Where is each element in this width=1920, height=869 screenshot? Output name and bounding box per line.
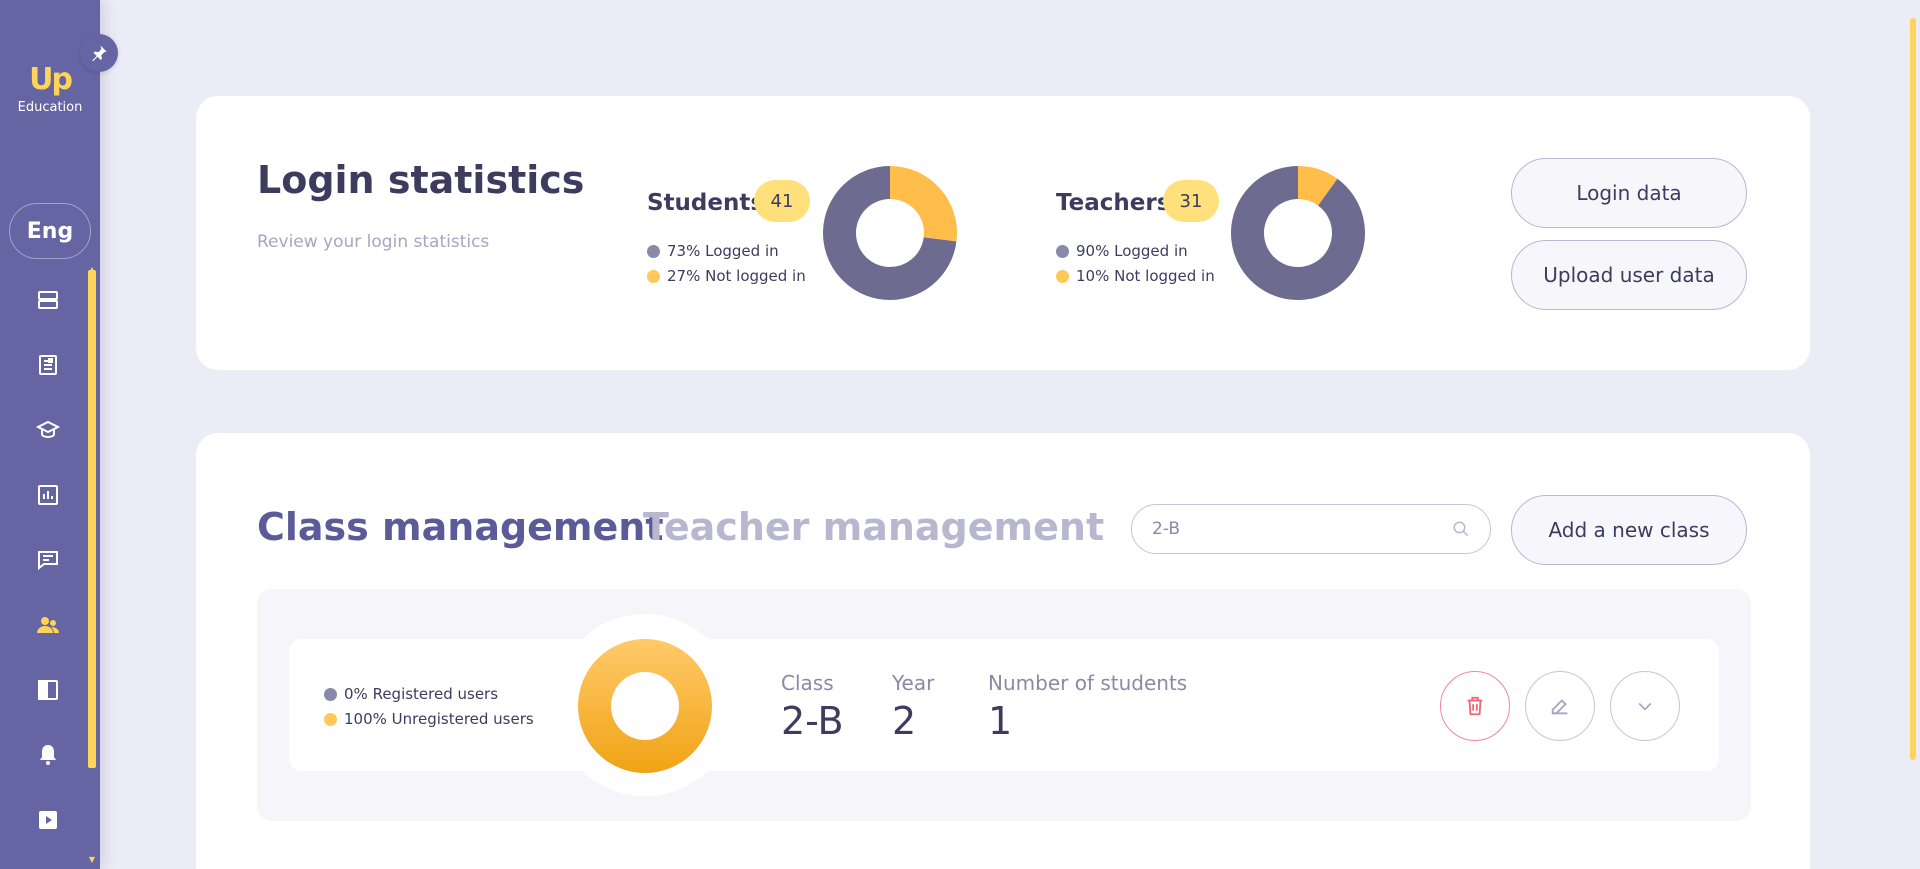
students-donut-chart [823, 166, 957, 300]
bell-icon [40, 745, 56, 765]
logo[interactable]: Up Education [0, 62, 100, 115]
video-icon [39, 811, 57, 829]
nav-item-users[interactable] [28, 605, 68, 645]
page-scrollbar[interactable] [1910, 18, 1916, 760]
report-icon [39, 355, 57, 375]
students-heading: Students [647, 190, 765, 216]
class-management-card: Class management Teacher management 2-B … [196, 433, 1810, 869]
sidebar-scroll-down-icon[interactable]: ▼ [88, 856, 96, 864]
class-value: 2-B [781, 699, 844, 743]
class-list-item: 0% Registered users 100% Unregistered us… [289, 614, 1719, 796]
graduation-icon [36, 420, 60, 439]
class-registration-donut-chart [578, 639, 712, 773]
edit-icon [1551, 699, 1568, 715]
layout-icon [38, 680, 58, 700]
chevron-down-icon [1638, 702, 1652, 711]
search-icon[interactable] [1452, 520, 1470, 538]
class-list: 0% Registered users 100% Unregistered us… [257, 589, 1751, 821]
chart-icon [38, 485, 58, 505]
users-icon [37, 617, 59, 633]
teachers-heading: Teachers [1056, 190, 1171, 216]
legend-dot [647, 244, 660, 258]
nav-item-report[interactable] [28, 345, 68, 385]
sidebar-scrollbar[interactable] [88, 270, 96, 768]
trash-icon [1467, 696, 1483, 716]
expand-class-button[interactable] [1610, 671, 1680, 741]
legend-dot [324, 687, 337, 701]
page-subtitle: Review your login statistics [257, 232, 490, 252]
add-new-class-button[interactable]: Add a new class [1511, 495, 1747, 565]
message-icon [38, 551, 58, 571]
legend-dot [1056, 244, 1069, 258]
legend-label: 27% Not logged in [667, 267, 806, 285]
nav-item-notifications[interactable] [28, 735, 68, 775]
year-label: Year [892, 671, 935, 695]
teachers-count-badge: 31 [1163, 180, 1219, 222]
students-not-logged-in-legend: 27% Not logged in [647, 267, 806, 285]
unregistered-users-legend: 100% Unregistered users [324, 710, 534, 728]
students-logged-in-legend: 73% Logged in [647, 242, 779, 260]
class-unregistered-slice [578, 639, 712, 773]
nav-item-video[interactable] [28, 800, 68, 840]
legend-label: 0% Registered users [344, 685, 499, 703]
registered-users-legend: 0% Registered users [324, 685, 498, 703]
page-title: Login statistics [257, 158, 585, 202]
logo-text: Education [17, 100, 83, 115]
legend-dot [324, 712, 337, 726]
server-icon [38, 291, 58, 309]
nav-item-graduation[interactable] [28, 410, 68, 450]
legend-dot [1056, 269, 1069, 283]
logo-mark: Up [29, 62, 73, 97]
tab-class-management[interactable]: Class management [257, 505, 664, 549]
login-statistics-card: Login statistics Review your login stati… [196, 96, 1810, 370]
class-label: Class [781, 671, 834, 695]
upload-user-data-button[interactable]: Upload user data [1511, 240, 1747, 310]
students-number-label: Number of students [988, 671, 1188, 695]
legend-label: 10% Not logged in [1076, 267, 1215, 285]
edit-class-button[interactable] [1525, 671, 1595, 741]
students-number-value: 1 [988, 699, 1013, 743]
search-value: 2-B [1152, 519, 1181, 539]
year-value: 2 [892, 699, 917, 743]
login-data-button[interactable]: Login data [1511, 158, 1747, 228]
nav-item-messages[interactable] [28, 540, 68, 580]
language-switcher[interactable]: Eng [9, 203, 91, 259]
teachers-not-logged-in-legend: 10% Not logged in [1056, 267, 1215, 285]
students-not-logged-in-slice [890, 166, 957, 242]
nav-item-server[interactable] [28, 280, 68, 320]
legend-dot [647, 269, 660, 283]
nav-item-chart[interactable] [28, 475, 68, 515]
sidebar: Up Education Eng ▲ ▼ [0, 0, 100, 869]
pin-sidebar-button[interactable] [80, 34, 118, 72]
teachers-logged-in-legend: 90% Logged in [1056, 242, 1188, 260]
legend-label: 73% Logged in [667, 242, 779, 260]
pin-icon [92, 45, 107, 62]
students-count-badge: 41 [754, 180, 810, 222]
legend-label: 100% Unregistered users [344, 710, 534, 728]
nav-item-layout[interactable] [28, 670, 68, 710]
tab-teacher-management[interactable]: Teacher management [643, 505, 1104, 549]
search-input[interactable]: 2-B [1131, 504, 1491, 554]
teachers-donut-chart [1231, 166, 1365, 300]
legend-label: 90% Logged in [1076, 242, 1188, 260]
delete-class-button[interactable] [1440, 671, 1510, 741]
